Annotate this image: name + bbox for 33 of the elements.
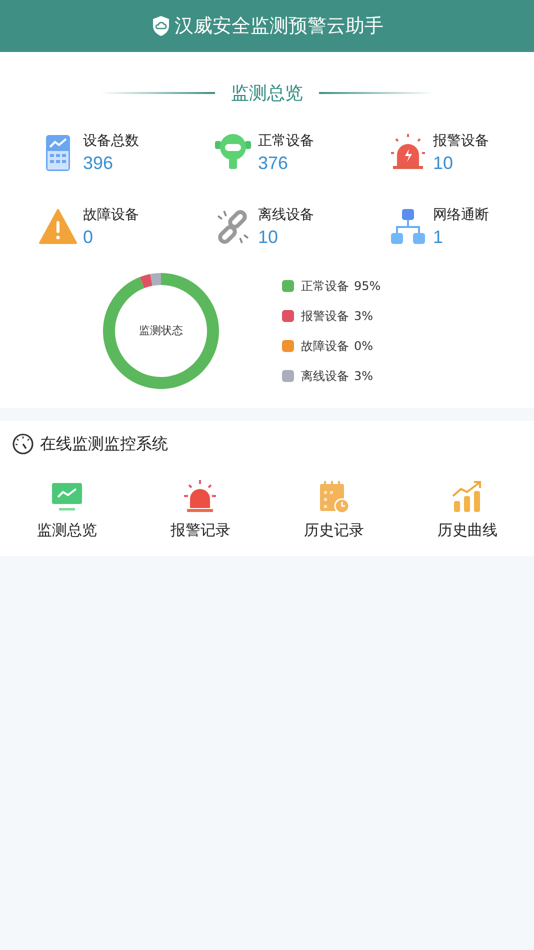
stat-value: 396 [83, 153, 114, 174]
stat-label: 设备总数 [83, 132, 139, 150]
warning-icon [38, 207, 78, 247]
app-title: 汉威安全监测预警云助手 [174, 14, 384, 39]
stat-label: 网络通断 [433, 206, 489, 224]
menu-item[interactable]: 历史记录 [267, 475, 400, 544]
menu-item[interactable]: 监测总览 [0, 475, 134, 544]
legend-value: 0% [354, 339, 374, 353]
network-icon [388, 207, 428, 247]
section-title: 监测总览 [231, 82, 303, 105]
stat-value: 1 [433, 227, 444, 248]
section-title: 在线监测监控系统 [40, 434, 168, 454]
menu-item[interactable]: 历史曲线 [400, 475, 534, 544]
legend-label: 离线设备 [301, 368, 349, 384]
legend-value: 3% [354, 369, 374, 383]
legend-label: 故障设备 [301, 338, 349, 354]
legend-value: 95% [354, 279, 381, 293]
siren-icon [182, 479, 218, 515]
stat-label: 报警设备 [433, 132, 489, 150]
stat-label: 正常设备 [258, 132, 314, 150]
chart-center-label: 监测状态 [138, 323, 184, 338]
legend-label: 报警设备 [301, 308, 349, 324]
stat-label: 离线设备 [258, 206, 314, 224]
legend-label: 正常设备 [301, 278, 349, 294]
stat-label: 故障设备 [83, 206, 139, 224]
stat-value: 376 [258, 153, 290, 174]
stat-value: 10 [258, 227, 280, 248]
legend-value: 3% [354, 309, 374, 323]
stat-value: 0 [83, 227, 94, 248]
menu-item[interactable]: 报警记录 [134, 475, 267, 544]
gauge-icon [12, 433, 34, 455]
shield-cloud-icon [150, 15, 170, 37]
stat-value: 10 [433, 153, 454, 174]
